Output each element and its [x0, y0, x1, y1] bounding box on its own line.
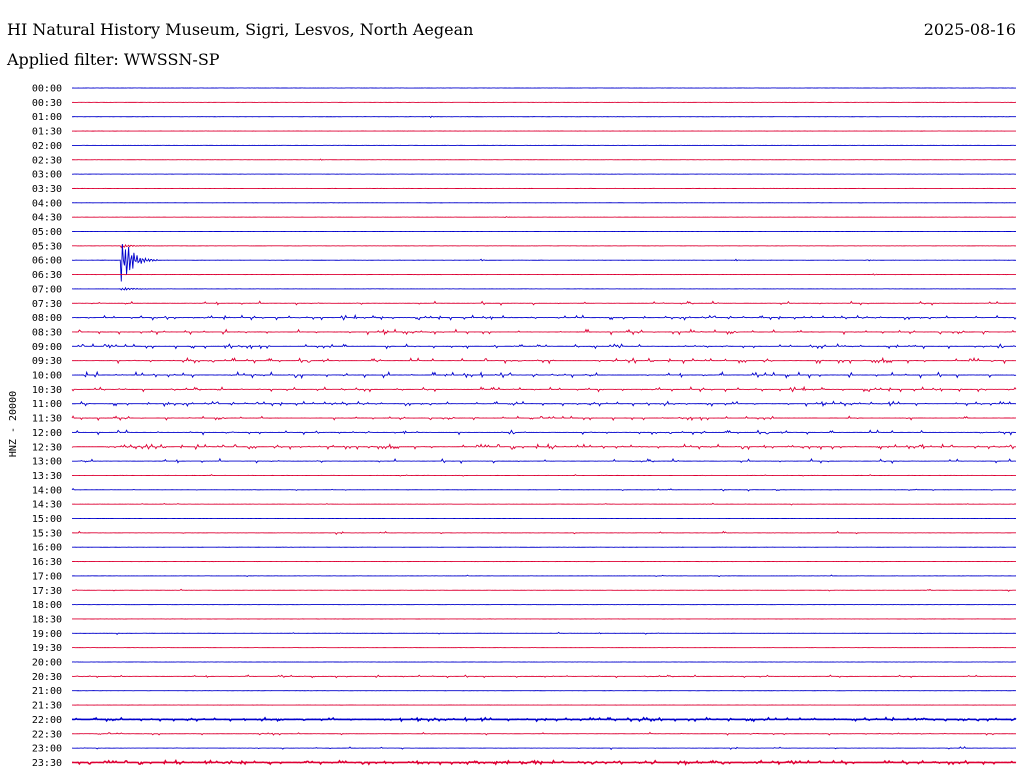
time-tick-label: 20:30 [32, 672, 62, 683]
time-tick-label: 06:00 [32, 256, 62, 267]
time-tick-labels: 00:00 00:30 01:00 01:30 02:00 02:30 03:00 03:30… [32, 84, 62, 769]
time-tick-label: 01:00 [32, 112, 62, 123]
trace-row-0900 [71, 343, 1017, 350]
time-tick-label: 07:00 [32, 284, 62, 295]
trace-row-1300 [71, 457, 1017, 465]
time-tick-label: 23:00 [32, 744, 62, 755]
trace-row-1700 [71, 574, 1017, 578]
time-tick-label: 22:30 [32, 729, 62, 740]
trace-row-0100 [71, 115, 1017, 119]
time-tick-label: 12:30 [32, 442, 62, 453]
time-tick-label: 05:00 [32, 227, 62, 238]
trace-row-0630 [71, 273, 1017, 276]
time-tick-label: 09:30 [32, 356, 62, 367]
trace-row-1000 [71, 370, 1017, 380]
trace-row-0430 [71, 216, 1017, 219]
y-axis-label: HNZ - 20000 [8, 391, 19, 457]
time-tick-label: 15:00 [32, 514, 62, 525]
trace-row-2200 [71, 716, 1017, 723]
time-tick-label: 20:00 [32, 658, 62, 669]
time-tick-label: 04:00 [32, 198, 62, 209]
time-tick-label: 12:00 [32, 428, 62, 439]
time-tick-label: 18:30 [32, 614, 62, 625]
time-tick-label: 06:30 [32, 270, 62, 281]
trace-row-0830 [71, 328, 1017, 336]
trace-row-0930 [71, 356, 1016, 365]
trace-row-0530 [71, 244, 1017, 249]
time-tick-label: 17:00 [32, 571, 62, 582]
trace-row-1430 [71, 502, 1017, 506]
time-tick-label: 19:30 [32, 643, 62, 654]
trace-row-1200 [71, 429, 1016, 436]
time-tick-label: 14:30 [32, 500, 62, 511]
time-tick-label: 21:30 [32, 701, 62, 712]
time-tick-label: 03:30 [32, 184, 62, 195]
time-tick-label: 10:00 [32, 371, 62, 382]
time-tick-label: 13:00 [32, 457, 62, 468]
trace-row-1130 [71, 415, 1017, 422]
time-tick-label: 01:30 [32, 127, 62, 138]
trace-row-0800 [71, 314, 1017, 321]
y-axis-label-group: HNZ - 20000 [8, 391, 19, 457]
time-tick-label: 18:00 [32, 600, 62, 611]
time-tick-label: 09:00 [32, 342, 62, 353]
time-tick-label: 10:30 [32, 385, 62, 396]
time-tick-label: 05:30 [32, 241, 62, 252]
time-tick-label: 08:30 [32, 327, 62, 338]
trace-row-1730 [71, 588, 1017, 592]
trace-rows [71, 87, 1017, 766]
time-tick-label: 19:00 [32, 629, 62, 640]
time-tick-label: 02:30 [32, 155, 62, 166]
trace-row-1100 [71, 400, 1017, 408]
trace-row-2230 [71, 731, 1017, 736]
trace-row-1030 [71, 385, 1017, 393]
trace-row-1230 [71, 443, 1017, 451]
time-tick-label: 07:30 [32, 299, 62, 310]
time-tick-label: 13:30 [32, 471, 62, 482]
trace-row-0730 [71, 300, 1017, 306]
time-tick-label: 21:00 [32, 686, 62, 697]
time-tick-label: 14:00 [32, 485, 62, 496]
time-tick-label: 02:00 [32, 141, 62, 152]
trace-row-0600 [71, 243, 1017, 282]
trace-row-2030 [71, 674, 1016, 679]
trace-row-1530 [71, 530, 1017, 536]
trace-row-0700 [71, 286, 1017, 291]
trace-row-2330 [71, 759, 1017, 766]
time-tick-label: 16:30 [32, 557, 62, 568]
time-tick-label: 17:30 [32, 586, 62, 597]
trace-row-2300 [71, 746, 1017, 751]
time-tick-label: 00:30 [32, 98, 62, 109]
helicorder-plot: HNZ - 20000 00:00 00:30 01:00 01:30 02:00 02:… [8, 84, 1017, 769]
time-tick-label: 04:30 [32, 213, 62, 224]
time-tick-label: 11:00 [32, 399, 62, 410]
trace-row-1400 [71, 488, 1017, 492]
time-tick-label: 16:00 [32, 543, 62, 554]
trace-row-1900 [71, 631, 1017, 635]
time-tick-label: 23:30 [32, 758, 62, 769]
time-tick-label: 03:00 [32, 170, 62, 181]
time-tick-label: 22:00 [32, 715, 62, 726]
time-tick-label: 00:00 [32, 84, 62, 95]
trace-row-1330 [71, 474, 1017, 477]
time-tick-label: 15:30 [32, 528, 62, 539]
trace-row-0230 [71, 158, 1017, 161]
time-tick-label: 08:00 [32, 313, 62, 324]
time-tick-label: 11:30 [32, 414, 62, 425]
